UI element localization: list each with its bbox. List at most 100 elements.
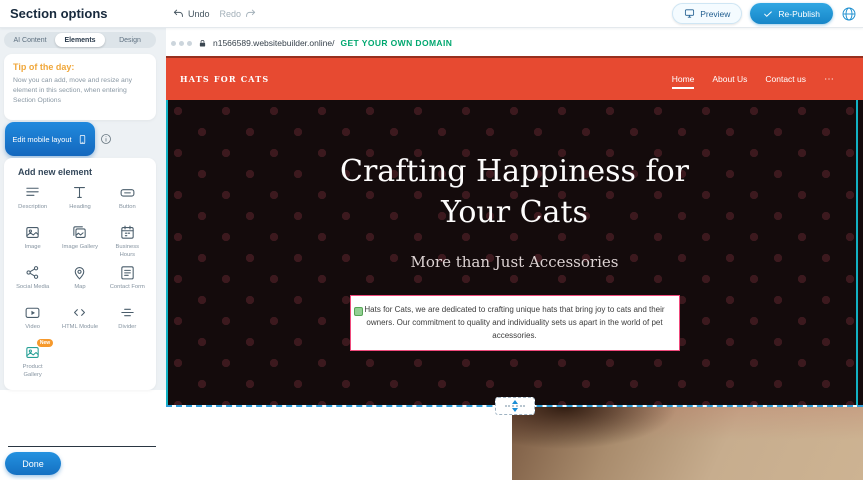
site-url: n1566589.websitebuilder.online/: [213, 38, 334, 48]
page-title: Section options: [10, 6, 108, 21]
edit-mobile-label: Edit mobile layout: [12, 135, 71, 144]
app-window: Section options Undo Redo Preview Re-Pub…: [0, 0, 863, 480]
sidebar: AI Content Elements Design Tip of the da…: [0, 28, 166, 480]
preview-button[interactable]: Preview: [672, 3, 742, 24]
add-element-video[interactable]: Video: [9, 304, 56, 342]
hero-text-element[interactable]: Hats for Cats, we are dedicated to craft…: [350, 295, 680, 351]
element-handle-icon[interactable]: [354, 307, 363, 316]
add-element-title: Add new element: [18, 167, 151, 177]
element-label: Image Gallery: [62, 244, 98, 252]
site-header: HATS FOR CATS Home About Us Contact us ⋯: [166, 56, 863, 100]
phone-icon: [77, 133, 88, 146]
redo-button[interactable]: Redo: [220, 8, 257, 19]
nav-home[interactable]: Home: [672, 67, 695, 91]
browser-bar: n1566589.websitebuilder.online/ GET YOUR…: [166, 30, 863, 56]
arrow-down-icon: [512, 408, 518, 412]
contact-form-icon: [119, 264, 136, 281]
republish-button[interactable]: Re-Publish: [750, 3, 833, 24]
add-element-heading[interactable]: Heading: [56, 184, 103, 222]
element-label: Business Hours: [108, 244, 146, 259]
undo-label: Undo: [188, 9, 210, 19]
arrow-up-icon: [512, 400, 518, 404]
element-label: Map: [74, 284, 85, 292]
hero-section[interactable]: Crafting Happiness for Your Cats More th…: [166, 100, 863, 405]
browser-dot: [171, 41, 176, 46]
language-globe-icon[interactable]: [841, 6, 857, 22]
element-grid: Description Heading Button Image Image G…: [9, 184, 151, 382]
add-element-button[interactable]: Button: [104, 184, 151, 222]
preview-canvas: n1566589.websitebuilder.online/ GET YOUR…: [166, 28, 863, 480]
section-resize-handle[interactable]: [495, 397, 535, 415]
element-label: Button: [119, 204, 136, 212]
element-label: HTML Module: [62, 324, 98, 332]
nav-about-us[interactable]: About Us: [712, 67, 747, 91]
element-label: Image: [25, 244, 41, 252]
social-media-icon: [24, 264, 41, 281]
browser-dots: [171, 41, 192, 46]
add-element-divider[interactable]: Divider: [104, 304, 151, 342]
add-element-description[interactable]: Description: [9, 184, 56, 222]
add-element-panel: Add new element Description Heading Butt…: [4, 158, 156, 390]
undo-button[interactable]: Undo: [173, 8, 210, 19]
browser-dot: [179, 41, 184, 46]
tip-title: Tip of the day:: [13, 62, 147, 72]
new-badge: New: [37, 339, 53, 347]
add-element-image-gallery[interactable]: Image Gallery: [56, 224, 103, 262]
element-label: Description: [18, 204, 47, 212]
video-icon: [24, 304, 41, 321]
sidebar-divider: [8, 446, 156, 447]
sidebar-tabs: AI Content Elements Design: [4, 32, 156, 48]
site-nav: Home About Us Contact us ⋯: [672, 67, 835, 91]
map-icon: [71, 264, 88, 281]
element-label: Social Media: [16, 284, 49, 292]
element-label: Contact Form: [110, 284, 145, 292]
check-icon: [763, 9, 773, 19]
add-element-social-media[interactable]: Social Media: [9, 264, 56, 302]
done-button[interactable]: Done: [5, 452, 61, 475]
divider-icon: [119, 304, 136, 321]
html-module-icon: [71, 304, 88, 321]
hero-subheading[interactable]: More than Just Accessories: [411, 253, 619, 271]
add-element-image[interactable]: Image: [9, 224, 56, 262]
product-gallery-icon-wrap: New: [24, 344, 41, 361]
tab-ai-content[interactable]: AI Content: [5, 33, 55, 47]
info-icon[interactable]: [100, 133, 112, 145]
tab-design[interactable]: Design: [105, 33, 155, 47]
browser-dot: [187, 41, 192, 46]
business-hours-icon: [119, 224, 136, 241]
description-icon: [24, 184, 41, 201]
heading-icon: [71, 184, 88, 201]
image-gallery-icon: [71, 224, 88, 241]
nav-more-icon[interactable]: ⋯: [824, 74, 835, 85]
redo-label: Redo: [220, 9, 242, 19]
monitor-icon: [684, 8, 695, 19]
element-label: Divider: [118, 324, 136, 332]
add-element-contact-form[interactable]: Contact Form: [104, 264, 151, 302]
element-label: Product Gallery: [14, 364, 52, 379]
undo-icon: [173, 8, 184, 19]
topbar: Section options Undo Redo Preview Re-Pub…: [0, 0, 863, 28]
element-label: Heading: [69, 204, 91, 212]
add-element-business-hours[interactable]: Business Hours: [104, 224, 151, 262]
add-element-product-gallery[interactable]: New Product Gallery: [9, 344, 56, 382]
republish-label: Re-Publish: [778, 9, 820, 19]
nav-contact-us[interactable]: Contact us: [765, 67, 806, 91]
tab-elements[interactable]: Elements: [55, 33, 105, 47]
history-controls: Undo Redo: [173, 8, 256, 19]
topbar-actions: Preview Re-Publish: [672, 3, 857, 24]
add-element-map[interactable]: Map: [56, 264, 103, 302]
site-logo[interactable]: HATS FOR CATS: [180, 74, 269, 84]
hero-heading[interactable]: Crafting Happiness for Your Cats: [315, 152, 715, 233]
element-label: Video: [25, 324, 40, 332]
add-element-html-module[interactable]: HTML Module: [56, 304, 103, 342]
button-icon: [119, 184, 136, 201]
edit-mobile-layout-button[interactable]: Edit mobile layout: [5, 122, 95, 156]
next-section-cat-photo[interactable]: [512, 407, 863, 480]
image-icon: [24, 224, 41, 241]
redo-icon: [245, 8, 256, 19]
get-domain-link[interactable]: GET YOUR OWN DOMAIN: [340, 38, 452, 48]
lock-icon: [198, 38, 207, 49]
section-selection-border-left: [166, 100, 168, 405]
preview-label: Preview: [700, 9, 730, 19]
tip-body: Now you can add, move and resize any ele…: [13, 76, 147, 107]
